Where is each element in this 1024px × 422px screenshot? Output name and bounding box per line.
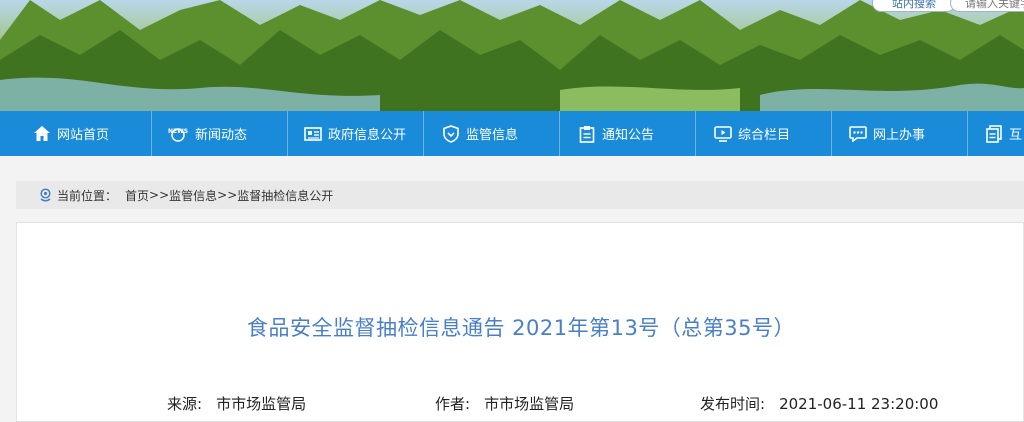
main-nav: 网站首页 NEWS 新闻动态 政府信息公开 监管信息 通知公告 综合栏目 网上办… xyxy=(0,111,1024,156)
breadcrumb-supervision-link[interactable]: 监管信息 xyxy=(169,187,217,204)
nav-item-online-service[interactable]: 网上办事 xyxy=(832,111,968,156)
nav-item-home[interactable]: 网站首页 xyxy=(0,111,152,156)
source-label: 来源: xyxy=(167,395,203,413)
nav-item-gov-info[interactable]: 政府信息公开 xyxy=(288,111,424,156)
search-input[interactable]: 请输入关键字 xyxy=(950,0,1024,12)
nav-item-interaction[interactable]: 互 xyxy=(968,111,1024,156)
nav-label: 互 xyxy=(1009,128,1023,143)
svg-text:NEWS: NEWS xyxy=(168,128,188,135)
breadcrumb-separator: >> xyxy=(149,188,170,202)
breadcrumb-separator: >> xyxy=(217,188,238,202)
article-panel: 食品安全监督抽检信息通告 2021年第13号（总第35号） 来源: 市市场监管局 … xyxy=(16,222,1024,422)
news-icon: NEWS xyxy=(167,125,189,143)
copy-icon xyxy=(985,124,1003,143)
article-date: 发布时间: 2021-06-11 23:20:00 xyxy=(700,393,938,414)
nav-label: 监管信息 xyxy=(466,128,519,143)
location-pin-icon xyxy=(38,187,53,203)
header-banner: 站内搜索 请输入关键字 xyxy=(0,0,1024,111)
breadcrumb-inspection-link[interactable]: 监督抽检信息公开 xyxy=(237,187,333,204)
nav-label: 新闻动态 xyxy=(195,128,248,143)
breadcrumb: 当前位置： 首页 >> 监管信息 >> 监督抽检信息公开 xyxy=(16,181,1024,209)
nav-label: 网站首页 xyxy=(57,128,110,143)
date-label: 发布时间: xyxy=(700,395,766,413)
article-source: 来源: 市市场监管局 xyxy=(167,393,306,414)
landscape-image xyxy=(0,0,1024,111)
source-value: 市市场监管局 xyxy=(216,395,307,413)
chat-icon xyxy=(849,125,867,143)
date-value: 2021-06-11 23:20:00 xyxy=(779,395,939,413)
breadcrumb-prefix: 当前位置： xyxy=(57,188,118,203)
article-title: 食品安全监督抽检信息通告 2021年第13号（总第35号） xyxy=(246,316,796,340)
shield-icon xyxy=(442,124,460,143)
author-value: 市市场监管局 xyxy=(484,395,575,413)
article-author: 作者: 市市场监管局 xyxy=(435,393,574,414)
screen-icon xyxy=(714,125,732,143)
document-icon xyxy=(304,125,322,143)
nav-item-comprehensive[interactable]: 综合栏目 xyxy=(696,111,832,156)
clipboard-icon xyxy=(578,125,596,143)
home-icon xyxy=(33,125,51,143)
nav-label: 综合栏目 xyxy=(738,128,791,143)
breadcrumb-home-link[interactable]: 首页 xyxy=(125,187,149,204)
nav-item-news[interactable]: NEWS 新闻动态 xyxy=(152,111,288,156)
nav-label: 通知公告 xyxy=(602,128,655,143)
author-label: 作者: xyxy=(435,395,471,413)
site-search-tab[interactable]: 站内搜索 xyxy=(872,0,956,12)
nav-item-notice[interactable]: 通知公告 xyxy=(560,111,696,156)
nav-item-supervision[interactable]: 监管信息 xyxy=(424,111,560,156)
nav-label: 政府信息公开 xyxy=(328,128,407,143)
nav-label: 网上办事 xyxy=(873,128,926,143)
